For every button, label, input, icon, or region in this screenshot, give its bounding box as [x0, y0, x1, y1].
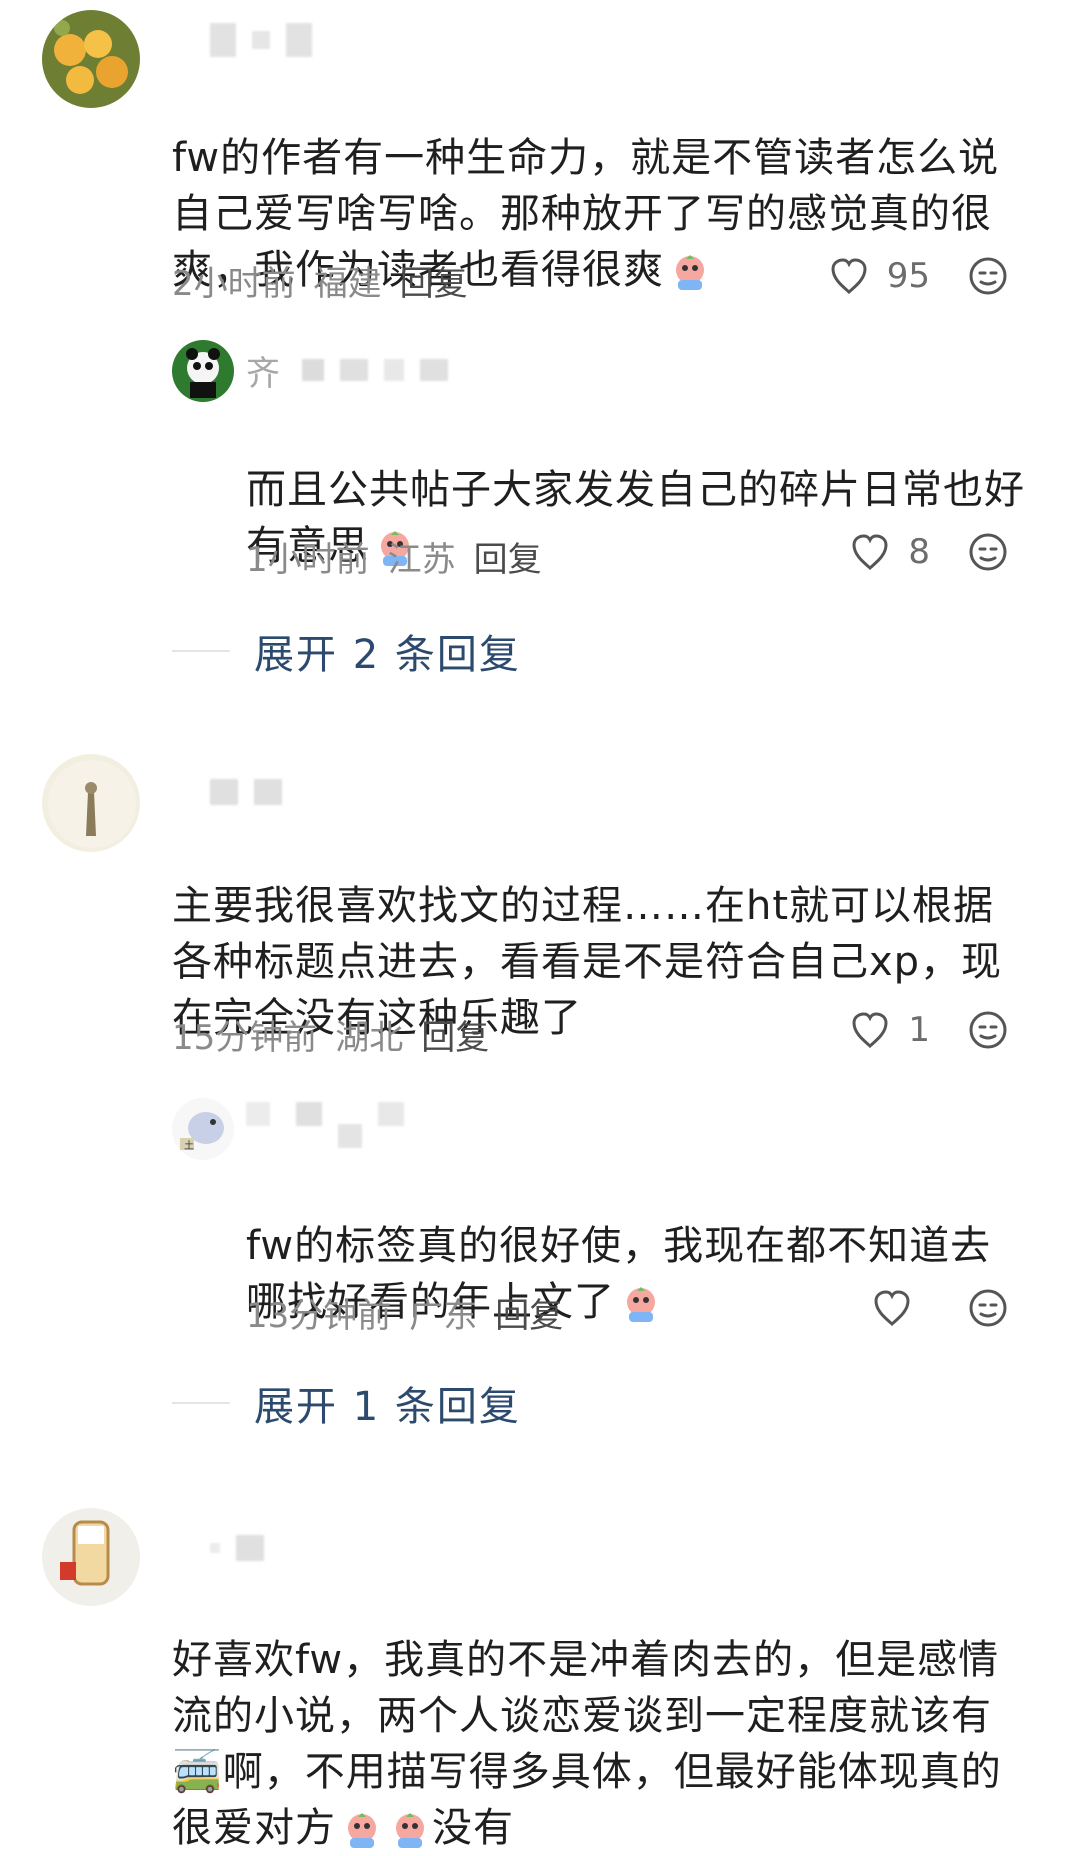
reply-time: 13分钟前 — [246, 1296, 392, 1336]
reply-button[interactable]: 回复 — [474, 532, 542, 581]
comment-actions: 95 — [827, 254, 1010, 298]
username-redacted[interactable] — [210, 1530, 264, 1566]
comment-body: 好喜欢fw，我真的不是冲着肉去的，但是感情流的小说，两个人谈恋爱谈到一定程度就该… — [172, 1637, 1002, 1851]
reply-location: 江苏 — [387, 540, 456, 580]
avatar[interactable] — [42, 1508, 140, 1606]
reply-button[interactable]: 回复 — [400, 256, 468, 305]
heart-outline-icon — [831, 258, 867, 295]
expand-replies-label: 展开 1 条回复 — [254, 1384, 521, 1430]
avatar[interactable] — [42, 754, 140, 852]
reply-username-first-char: 齐 — [246, 353, 280, 394]
like-button[interactable]: 95 — [827, 254, 930, 298]
expand-divider — [172, 1402, 230, 1404]
comment-tail: 没有 — [432, 1805, 514, 1851]
heart-outline-icon — [874, 1290, 910, 1327]
emoji-face-icon[interactable] — [966, 1286, 1010, 1330]
comment-meta: 2小时前 福建 回复 — [172, 256, 468, 305]
expand-replies-label: 展开 2 条回复 — [254, 632, 521, 678]
reply-actions — [870, 1286, 1010, 1330]
username-redacted[interactable] — [210, 774, 282, 810]
comment-time: 15分钟前 — [172, 1018, 318, 1058]
like-button[interactable]: 8 — [848, 530, 930, 574]
reply-avatar[interactable] — [172, 340, 234, 402]
username-redacted[interactable] — [210, 22, 312, 58]
reply-username-redacted[interactable] — [246, 1096, 404, 1148]
reply-actions: 8 — [848, 530, 1010, 574]
expand-replies-button[interactable]: 展开 1 条回复 — [172, 1374, 521, 1432]
comment-text: 好喜欢fw，我真的不是冲着肉去的，但是感情流的小说，两个人谈恋爱谈到一定程度就该… — [172, 1576, 1022, 1856]
reply-button[interactable]: 回复 — [421, 1010, 489, 1059]
reply-meta: 13分钟前 广东 回复 — [246, 1288, 563, 1337]
comment-location: 湖北 — [335, 1018, 404, 1058]
comment-actions: 1 — [848, 1008, 1010, 1052]
reply-location: 广东 — [409, 1296, 478, 1336]
emoji-face-icon[interactable] — [966, 530, 1010, 574]
reply-button[interactable]: 回复 — [495, 1288, 563, 1337]
heart-outline-icon — [852, 1012, 888, 1049]
like-button[interactable] — [870, 1286, 930, 1330]
reply-meta: 1小时前 江苏 回复 — [246, 532, 542, 581]
like-button[interactable]: 1 — [848, 1008, 930, 1052]
svg-text:土: 土 — [184, 1139, 194, 1152]
reply-avatar[interactable]: 土 — [172, 1098, 234, 1160]
heart-outline-icon — [852, 534, 888, 571]
like-count: 95 — [886, 256, 930, 296]
crying-face-emoji-icon — [396, 1813, 424, 1848]
crying-face-emoji-icon — [348, 1813, 376, 1848]
expand-divider — [172, 650, 230, 652]
reply-time: 1小时前 — [246, 540, 370, 580]
avatar[interactable] — [42, 10, 140, 108]
reply-username-redacted[interactable]: 齐 — [246, 352, 448, 394]
crying-face-emoji-icon — [627, 1287, 655, 1322]
like-count: 8 — [908, 532, 930, 572]
emoji-face-icon[interactable] — [966, 254, 1010, 298]
comment-meta: 15分钟前 湖北 回复 — [172, 1010, 489, 1059]
emoji-face-icon[interactable] — [966, 1008, 1010, 1052]
like-count: 1 — [908, 1010, 930, 1050]
expand-replies-button[interactable]: 展开 2 条回复 — [172, 622, 521, 680]
comment-location: 福建 — [313, 264, 382, 304]
crying-face-emoji-icon — [676, 255, 704, 290]
comment-time: 2小时前 — [172, 264, 296, 304]
